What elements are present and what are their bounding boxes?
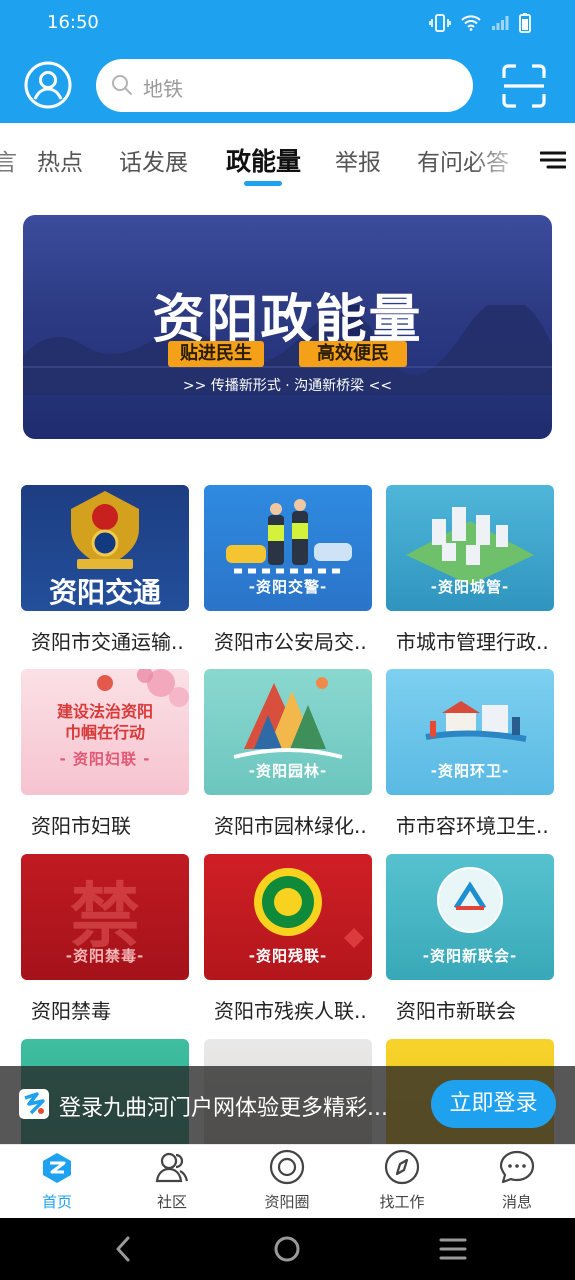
login-button[interactable]: 立即登录 (431, 1080, 556, 1128)
menu-icon[interactable] (539, 151, 567, 173)
battery-icon (519, 13, 531, 37)
header-bar: 地铁 (0, 48, 575, 123)
nav-ziyang-circle[interactable]: 资阳圈 (247, 1149, 327, 1212)
card-thumb-text: -资阳禁毒- (65, 947, 145, 965)
compass-icon (384, 1149, 420, 1185)
login-prompt-bar: 登录九曲河门户网体验更多精彩... 立即登录 (0, 1066, 575, 1144)
card-title: 资阳市残疾人联.. (214, 999, 367, 1023)
card-thumbnail: -资阳新联会- (386, 854, 554, 980)
card-title: 资阳禁毒 (31, 999, 111, 1023)
login-message: 登录九曲河门户网体验更多精彩... (59, 1096, 388, 1121)
promo-banner[interactable]: 资阳政能量 贴进民生 高效便民 >> 传播新形式 · 沟通新桥梁 << (23, 215, 552, 439)
tab-active-indicator (244, 181, 282, 186)
banner-tag-left: 贴进民生 (168, 341, 264, 367)
scan-icon[interactable] (502, 64, 546, 108)
banner-subtitle: >> 传播新形式 · 沟通新桥梁 << (182, 378, 393, 394)
card-urban-management[interactable]: -资阳城管- 市城市管理行政.. (386, 485, 554, 654)
card-thumbnail: 禁 -资阳禁毒- (21, 854, 189, 980)
bottom-nav: 首页 社区 资阳圈 找工作 消息 (0, 1144, 575, 1218)
tab-hot[interactable]: 热点 (37, 143, 83, 177)
back-icon[interactable] (116, 1236, 130, 1262)
nav-label: 找工作 (379, 1193, 425, 1211)
nav-community[interactable]: 社区 (132, 1149, 212, 1212)
home-circle-icon[interactable] (274, 1236, 300, 1262)
card-thumbnail: -资阳交警- (204, 485, 372, 611)
card-banner-text: 建设法治资阳 巾帼在行动 (56, 702, 153, 742)
message-icon (499, 1150, 535, 1184)
card-thumbnail: -资阳园林- (204, 669, 372, 795)
card-anti-drug[interactable]: 禁 -资阳禁毒- 资阳禁毒 (21, 854, 189, 1023)
status-time: 16:50 (47, 12, 99, 33)
tab-partial[interactable]: 言 (0, 143, 17, 177)
card-new-association[interactable]: -资阳新联会- 资阳市新联会 (386, 854, 554, 1023)
tabs-fade (470, 123, 530, 195)
user-avatar-icon[interactable] (24, 61, 72, 109)
card-gardens[interactable]: -资阳园林- 资阳市园林绿化.. (204, 669, 372, 838)
nav-messages[interactable]: 消息 (477, 1149, 557, 1212)
category-tabs: 言 热点 话发展 政能量 举报 有问必答 (0, 123, 575, 195)
search-placeholder: 地铁 (143, 77, 183, 101)
card-title: 市市容环境卫生.. (396, 814, 549, 838)
card-title: 资阳市园林绿化.. (214, 814, 367, 838)
nav-label: 资阳圈 (264, 1193, 310, 1211)
card-disabled-federation[interactable]: -资阳残联- 资阳市残疾人联.. (204, 854, 372, 1023)
card-thumbnail: -资阳环卫- (386, 669, 554, 795)
card-title: 市城市管理行政.. (396, 630, 549, 654)
home-icon (43, 1153, 71, 1183)
search-icon (111, 74, 133, 100)
card-thumb-text: -资阳新联会- (422, 947, 518, 965)
card-title: 资阳市交通运输.. (31, 630, 184, 654)
card-thumbnail: 建设法治资阳 巾帼在行动 - 资阳妇联 - (21, 669, 189, 795)
status-bar: 16:50 (0, 0, 575, 48)
system-nav-bar (0, 1218, 575, 1280)
card-title: 资阳市新联会 (396, 999, 516, 1023)
card-sanitation[interactable]: -资阳环卫- 市市容环境卫生.. (386, 669, 554, 838)
nav-label: 社区 (156, 1193, 187, 1211)
card-thumb-text: -资阳残联- (248, 947, 328, 965)
nav-find-job[interactable]: 找工作 (362, 1149, 442, 1212)
tab-development[interactable]: 话发展 (119, 143, 188, 177)
nav-home[interactable]: 首页 (17, 1149, 97, 1212)
card-thumb-text: -资阳城管- (430, 578, 510, 596)
tab-report[interactable]: 举报 (335, 143, 381, 177)
status-icons (429, 13, 531, 37)
app-logo-icon (19, 1089, 49, 1119)
card-thumb-text: -资阳环卫- (430, 762, 510, 780)
card-thumb-text: -资阳园林- (248, 762, 328, 780)
wifi-icon (461, 15, 481, 35)
vibrate-icon (429, 14, 451, 36)
banner-tag-right: 高效便民 (299, 341, 407, 367)
card-title: 资阳市妇联 (31, 814, 131, 838)
search-input[interactable]: 地铁 (96, 59, 473, 112)
recents-icon[interactable] (439, 1238, 467, 1260)
community-icon (155, 1152, 189, 1183)
nav-label: 首页 (41, 1193, 72, 1211)
banner-title: 资阳政能量 (152, 290, 423, 350)
card-thumbnail: 资阳交通 (21, 485, 189, 611)
card-women-federation[interactable]: 建设法治资阳 巾帼在行动 - 资阳妇联 - 资阳市妇联 (21, 669, 189, 838)
nav-label: 消息 (501, 1193, 532, 1211)
card-thumb-text: -资阳交警- (248, 578, 328, 596)
card-thumbnail: -资阳残联- (204, 854, 372, 980)
system-nav-icons (116, 1236, 467, 1262)
card-traffic-police[interactable]: -资阳交警- 资阳市公安局交.. (204, 485, 372, 654)
card-thumb-text: 资阳交通 (48, 576, 161, 609)
card-traffic[interactable]: 资阳交通 资阳市交通运输.. (21, 485, 189, 654)
card-thumbnail: -资阳城管- (386, 485, 554, 611)
tab-positive-energy[interactable]: 政能量 (226, 142, 301, 178)
circle-icon (269, 1149, 305, 1185)
card-title: 资阳市公安局交.. (214, 630, 367, 654)
card-thumb-text: - 资阳妇联 - (59, 750, 151, 768)
signal-icon (491, 15, 509, 35)
